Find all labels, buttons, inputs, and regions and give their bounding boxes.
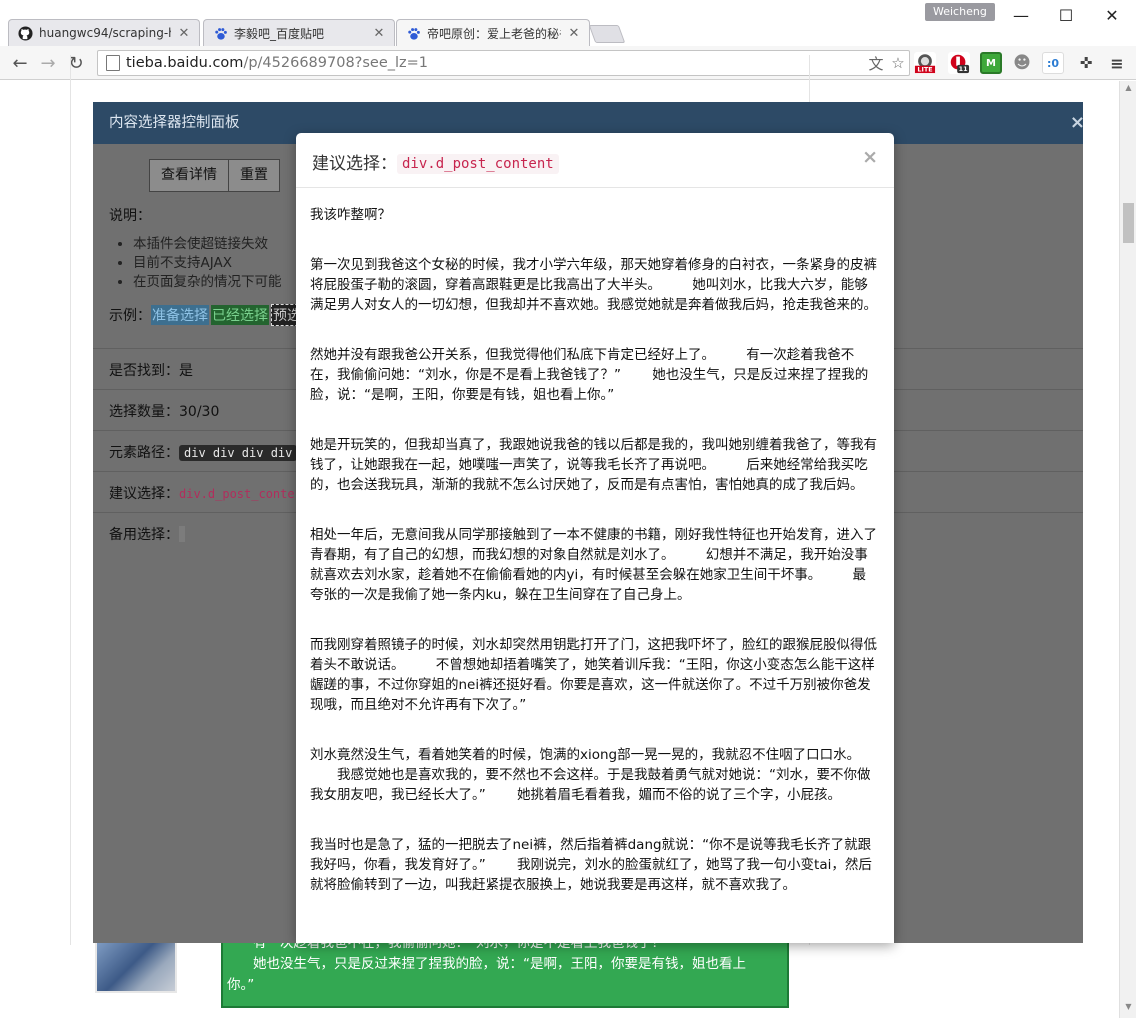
modal-close-icon[interactable]: × [862, 146, 878, 168]
tab-title: huangwc94/scraping-help [39, 26, 171, 40]
path-row: 元素路径： div div div div [109, 442, 298, 462]
minimize-icon[interactable]: — [998, 0, 1044, 30]
m-extension-icon[interactable]: M [980, 52, 1002, 74]
found-row: 是否找到：是 [109, 360, 193, 380]
example-row: 示例：准备选择 已经选择 预选 [109, 304, 303, 326]
suggest-label: 建议选择： [109, 486, 179, 502]
found-value: 是 [179, 363, 193, 379]
user-avatar[interactable] [95, 941, 177, 993]
maximize-icon[interactable]: ☐ [1043, 0, 1089, 30]
content-paragraph: 刘水竟然没生气，看着她笑着的时候，饱满的xiong部一晃一晃的，我就忍不住咽了口… [310, 747, 871, 803]
github-icon [17, 25, 33, 41]
suggest-row: 建议选择：div.d_post_conte [109, 483, 295, 503]
suggestion-modal: 建议选择： div.d_post_content × 我该咋整啊？ 第一次见到我爸… [296, 133, 894, 943]
baidu-paw-icon [212, 25, 228, 41]
count-label: 选择数量： [109, 404, 179, 420]
found-label: 是否找到： [109, 363, 179, 379]
backup-label: 备用选择： [109, 527, 179, 543]
content-paragraph: 我当时也是急了，猛的一把脱去了nei裤，然后指着裤dang就说：“你不是说等我毛… [310, 837, 872, 893]
count-value: 30/30 [179, 404, 220, 420]
close-window-icon[interactable]: ✕ [1089, 0, 1135, 30]
modal-selector: div.d_post_content [397, 154, 559, 174]
content-paragraph: 而我刚穿着照镜子的时候，刘水却突然用钥匙打开了门，这把我吓坏了，脸红的跟猴屁股似… [310, 637, 877, 713]
forward-icon[interactable]: → [36, 51, 60, 75]
tab-current-post[interactable]: 帝吧原创：爱上老爸的秘书 ✕ [396, 19, 590, 46]
notes-list: 本插件会使超链接失效 目前不支持AJAX 在页面复杂的情况下可能 [133, 235, 282, 292]
path-value: div div div div [179, 445, 298, 461]
counter-extension-icon[interactable]: :0 [1042, 52, 1064, 74]
tab-strip: huangwc94/scraping-help ✕ 李毅吧_百度贴吧 ✕ 帝吧原… [0, 0, 1136, 46]
puzzle-extension-icon[interactable]: ✜ [1075, 52, 1097, 74]
content-paragraph: 第一次见到我爸这个女秘的时候，我才小学六年级，那天她穿着修身的白衬衣，一条紧身的… [310, 257, 877, 313]
tab-liyi[interactable]: 李毅吧_百度贴吧 ✕ [203, 19, 395, 46]
prepare-tag: 准备选择 [151, 305, 209, 325]
view-details-button[interactable]: 查看详情 [149, 159, 229, 192]
page-scrollbar[interactable]: ▲ ▼ [1119, 81, 1136, 1018]
tab-github[interactable]: huangwc94/scraping-help ✕ [8, 19, 200, 46]
note-item: 在页面复杂的情况下可能 [133, 273, 282, 292]
close-tab-icon[interactable]: ✕ [177, 26, 191, 41]
counter-badge: 11 [959, 65, 968, 73]
note-item: 本插件会使超链接失效 [133, 235, 282, 254]
close-tab-icon[interactable]: ✕ [372, 26, 386, 41]
svg-text:LITE: LITE [917, 66, 932, 74]
back-icon[interactable]: ← [8, 51, 32, 75]
profile-button[interactable]: Weicheng [925, 3, 995, 21]
scroll-down-icon[interactable]: ▼ [1120, 1002, 1136, 1016]
translate-icon[interactable]: ⽂ [865, 52, 887, 74]
highlighted-post-content[interactable]: 有一次趁着我爸不在，我偷偷问她：“刘水，你是不是看上我爸钱了？” 她也没生气，只… [221, 935, 789, 1008]
tab-title: 李毅吧_百度贴吧 [234, 26, 325, 41]
post-line: 她也没生气，只是反过来捏了捏我的脸，说：“是啊，王阳，你要是有钱，姐也看上 [253, 956, 746, 972]
scroll-thumb[interactable] [1123, 203, 1134, 243]
note-item: 目前不支持AJAX [133, 254, 282, 273]
baidu-paw-icon [405, 25, 421, 41]
backup-row: 备用选择： [109, 524, 185, 544]
scroll-up-icon[interactable]: ▲ [1120, 83, 1136, 97]
ghost-extension-icon[interactable]: ☻ [1011, 52, 1033, 74]
content-paragraph: 我该咋整啊？ [310, 207, 391, 223]
panel-close-icon[interactable]: × [1070, 102, 1083, 144]
modal-title: 建议选择： [312, 154, 397, 174]
suggest-value: div.d_post_conte [179, 487, 295, 501]
count-row: 选择数量：30/30 [109, 401, 219, 421]
modal-header: 建议选择： div.d_post_content × [296, 133, 894, 188]
content-paragraph: 她是开玩笑的，但我却当真了，我跟她说我爸的钱以后都是我的，我叫她别缠着我爸了，等… [310, 437, 877, 493]
content-paragraph: 相处一年后，无意间我从同学那接触到了一本不健康的书籍，刚好我性特征也开始发育，进… [310, 527, 877, 603]
close-tab-icon[interactable]: ✕ [567, 26, 581, 41]
path-label: 元素路径： [109, 445, 179, 461]
post-line: 你。” [227, 977, 255, 993]
selected-tag: 已经选择 [211, 305, 269, 325]
menu-icon[interactable]: ≡ [1106, 52, 1128, 74]
panel-button-group: 查看详情 重置 [149, 159, 280, 192]
new-tab-button[interactable] [588, 25, 626, 43]
panel-title: 内容选择器控制面板 [109, 115, 240, 131]
lite-extension-icon[interactable]: LITE [914, 52, 936, 74]
reset-button[interactable]: 重置 [229, 159, 280, 192]
notes-label: 说明： [109, 208, 151, 224]
example-label: 示例： [109, 308, 151, 324]
adblock-extension-icon[interactable]: 11 [948, 52, 970, 74]
modal-body: 我该咋整啊？ 第一次见到我爸这个女秘的时候，我才小学六年级，那天她穿着修身的白衬… [296, 188, 894, 895]
content-paragraph: 然她并没有跟我爸公开关系，但我觉得他们私底下肯定已经好上了。 有一次趁着我爸不在… [310, 347, 869, 403]
star-icon[interactable]: ☆ [887, 52, 909, 74]
backup-value-chip [179, 526, 185, 542]
tab-title: 帝吧原创：爱上老爸的秘书 [427, 26, 561, 41]
